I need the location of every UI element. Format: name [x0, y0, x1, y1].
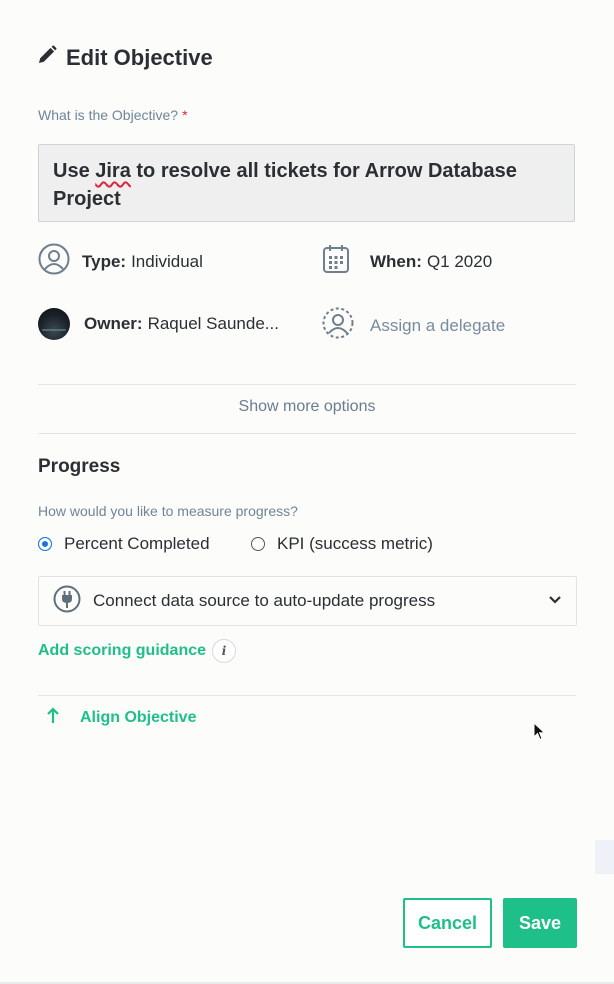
show-more-options-button[interactable]: Show more options — [38, 398, 576, 416]
measure-question: How would you like to measure progress? — [38, 503, 298, 519]
objective-textarea[interactable]: Use Jira to resolve all tickets for Arro… — [38, 144, 575, 222]
user-circle-icon — [38, 243, 70, 280]
divider — [38, 384, 576, 385]
type-value: Individual — [131, 251, 203, 271]
align-objective-label: Align Objective — [80, 708, 197, 726]
info-icon[interactable]: i — [212, 639, 237, 663]
chevron-down-icon — [548, 592, 562, 610]
when-value: Q1 2020 — [426, 251, 493, 271]
page-header: Edit Objective — [36, 44, 213, 71]
page-title: Edit Objective — [66, 44, 213, 70]
arrow-up-icon — [46, 706, 60, 729]
pencil-icon — [36, 44, 58, 71]
when-label: When: — [370, 251, 422, 271]
owner-label: Owner: — [84, 314, 143, 333]
add-scoring-guidance-link[interactable]: Add scoring guidance — [38, 642, 206, 660]
type-field[interactable]: Type: Individual — [38, 243, 203, 280]
radio-button[interactable] — [38, 537, 52, 551]
type-label: Type: — [82, 251, 127, 271]
plug-icon — [53, 585, 81, 618]
divider — [38, 433, 576, 434]
delegate-placeholder: Assign a delegate — [370, 315, 506, 335]
owner-value: Raquel Saunde... — [147, 314, 279, 333]
objective-text-part1: Use — [53, 160, 96, 182]
cancel-button[interactable]: Cancel — [403, 898, 492, 948]
save-button[interactable]: Save — [503, 898, 577, 948]
mouse-cursor-icon — [533, 721, 547, 747]
radio-label: Percent Completed — [64, 534, 210, 553]
required-marker: * — [182, 107, 188, 123]
progress-heading: Progress — [38, 456, 121, 477]
radio-button[interactable] — [251, 537, 265, 551]
objective-question: What is the Objective? — [38, 107, 179, 123]
avatar — [38, 308, 70, 340]
scroll-edge — [595, 840, 614, 874]
calendar-icon — [322, 243, 350, 280]
connect-label: Connect data source to auto-update progr… — [93, 591, 436, 610]
objective-text-misspelled: Jira — [95, 160, 131, 182]
connect-data-source-dropdown[interactable]: Connect data source to auto-update progr… — [38, 576, 577, 626]
align-objective-button[interactable]: Align Objective — [46, 706, 196, 729]
owner-field[interactable]: Owner: Raquel Saunde... — [38, 308, 279, 340]
divider — [38, 695, 576, 696]
assign-delegate[interactable]: Assign a delegate — [322, 307, 505, 344]
add-delegate-icon — [322, 307, 354, 344]
radio-label: KPI (success metric) — [277, 534, 433, 553]
scoring-guidance: Add scoring guidance i — [38, 639, 237, 663]
when-field[interactable]: When: Q1 2020 — [322, 243, 492, 280]
radio-percent-completed[interactable]: Percent Completed — [38, 534, 210, 554]
objective-label: What is the Objective? * — [38, 107, 188, 123]
radio-kpi[interactable]: KPI (success metric) — [251, 534, 433, 554]
